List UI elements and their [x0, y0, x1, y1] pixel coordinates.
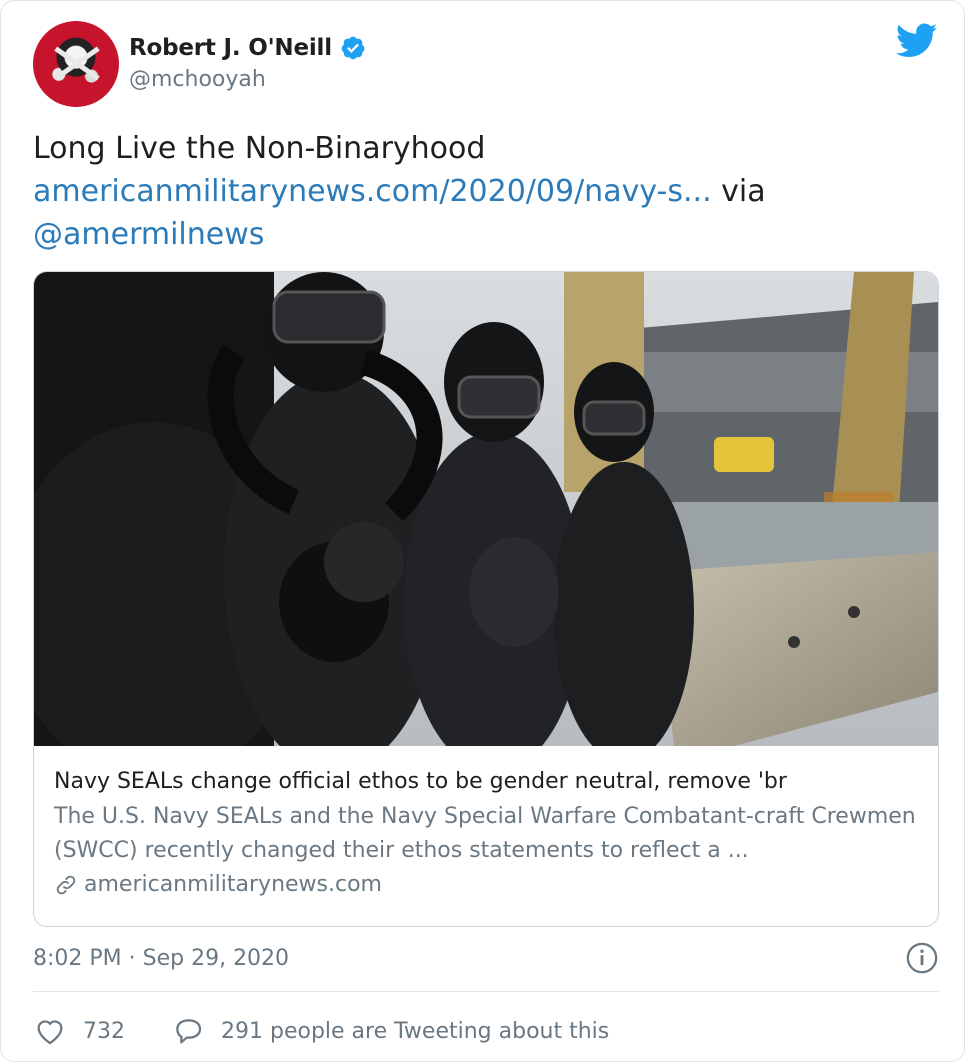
verified-badge-icon: [341, 36, 365, 60]
card-description: The U.S. Navy SEALs and the Navy Special…: [54, 804, 916, 863]
card-image[interactable]: [34, 272, 938, 746]
card-body[interactable]: Navy SEALs change official ethos to be g…: [54, 766, 924, 897]
twitter-bird-icon[interactable]: [896, 23, 938, 59]
tweet-body-text: Long Live the Non-Binaryhood: [33, 131, 486, 166]
tweet-text: Long Live the Non-Binaryhood americanmil…: [33, 127, 933, 256]
author-display-name[interactable]: Robert J. O'Neill: [129, 35, 332, 61]
tweet-embed: Robert J. O'Neill @mchooyah Long Live th…: [0, 0, 965, 1062]
card-title[interactable]: Navy SEALs change official ethos to be g…: [54, 766, 924, 798]
divider: [33, 991, 939, 992]
card-domain-text[interactable]: americanmilitarynews.com: [84, 872, 382, 897]
tweet-actions: 732 291 people are Tweeting about this: [33, 1011, 609, 1051]
reply-action[interactable]: 291 people are Tweeting about this: [125, 1015, 609, 1047]
author-handle[interactable]: @mchooyah: [129, 67, 266, 92]
info-icon[interactable]: [905, 941, 939, 975]
article-link[interactable]: americanmilitarynews.com/2020/09/navy-s.…: [33, 174, 712, 209]
link-icon: [56, 875, 76, 894]
like-count[interactable]: 732: [83, 1019, 125, 1044]
like-action[interactable]: 732: [33, 1015, 125, 1047]
mention-link[interactable]: @amermilnews: [33, 217, 264, 252]
via-label: via: [721, 174, 766, 209]
tweet-header: Robert J. O'Neill @mchooyah: [33, 21, 938, 109]
author-name-row[interactable]: Robert J. O'Neill: [129, 31, 366, 65]
tweeting-about-text[interactable]: 291 people are Tweeting about this: [221, 1019, 609, 1044]
avatar[interactable]: [33, 21, 119, 107]
link-preview-card[interactable]: Navy SEALs change official ethos to be g…: [33, 271, 939, 927]
speech-bubble-icon[interactable]: [171, 1015, 205, 1047]
card-domain[interactable]: americanmilitarynews.com: [54, 872, 924, 897]
tweet-timestamp[interactable]: 8:02 PM · Sep 29, 2020: [33, 941, 289, 977]
heart-icon[interactable]: [33, 1015, 67, 1047]
